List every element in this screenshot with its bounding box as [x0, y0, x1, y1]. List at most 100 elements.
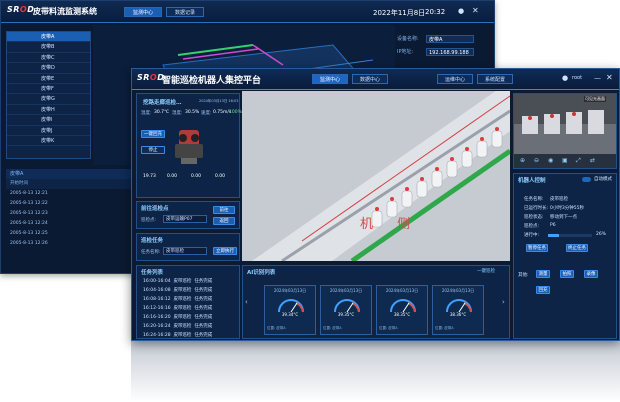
pause-task-button[interactable]: 暂停任务	[526, 244, 548, 252]
readout-3: 0.00	[191, 174, 202, 179]
snapshot-icon[interactable]: ◉	[548, 157, 553, 164]
info-value: 192.168.99.188	[426, 48, 474, 56]
front-window: SROD 智能巡检机器人集控平台 监测中心 数据中心 运维中心 系统配置 ● r…	[131, 68, 620, 341]
table-row[interactable]: 2005-8-13 12:22	[6, 199, 136, 209]
gauge-card[interactable]: 2024年03月13日 38.35°C 位置: 皮带A	[376, 285, 428, 335]
chevron-left-icon[interactable]: ‹	[245, 298, 248, 306]
back-date: 2022年11月8日	[373, 9, 426, 17]
list-item: 16:12-16:16 皮带巡检 任务完成	[143, 305, 212, 311]
ai-list-title: AI识别列表	[247, 270, 276, 276]
sidebar-item[interactable]: 皮带G	[7, 94, 90, 105]
go-button[interactable]: 前往	[213, 206, 235, 214]
ctrl-value: 0小时3分钟55秒	[550, 206, 584, 211]
gauge-card[interactable]: 2024年03月13日 39.35°C 位置: 皮带A	[320, 285, 372, 335]
robot-control-panel: 机器人控制 自动模式 任务名称: 皮带巡检 已运行时长: 0小时3分钟55秒 巡…	[513, 173, 617, 339]
switch-camera-icon[interactable]: ⇄	[590, 157, 595, 164]
gauge-footer: 位置: 皮带A	[323, 326, 342, 330]
task-panel: 巡检任务 任务名称: 皮带巡检 立即执行	[136, 233, 240, 261]
sidebar-item[interactable]: 皮带B	[7, 42, 90, 53]
nav-monitor[interactable]: 监测中心	[312, 74, 348, 84]
list-item: 16:20-16:24 皮带巡检 任务完成	[143, 323, 212, 329]
nav-data[interactable]: 数据中心	[352, 74, 388, 84]
user-icon[interactable]: ●	[458, 7, 464, 15]
task-time: 16:12-16:16	[143, 306, 171, 311]
recharge-button[interactable]: 一键回充	[141, 130, 165, 138]
table-row[interactable]: 2005-8-13 12:21	[6, 189, 136, 199]
info-key: 设备名称:	[397, 36, 419, 42]
gauge-title: 2024年03月13日	[441, 288, 475, 293]
temp-value: 30.7℃	[154, 110, 170, 115]
nav-config[interactable]: 系统配置	[477, 74, 513, 84]
table-row[interactable]: 2005-8-13 12:24	[6, 219, 136, 229]
sidebar-item[interactable]: 皮带C	[7, 53, 90, 64]
progress-fill	[548, 234, 560, 237]
run-now-button[interactable]: 立即执行	[213, 247, 237, 255]
sidebar-item[interactable]: 皮带H	[7, 105, 90, 116]
table-row[interactable]: 2005-8-13 12:25	[6, 229, 136, 239]
task-name: 皮带巡检	[173, 288, 192, 293]
photo-button[interactable]: 拍照	[560, 270, 574, 278]
task-state: 任务完成	[194, 297, 213, 302]
gauge-dial	[334, 299, 360, 313]
auto-mode-toggle[interactable]	[582, 177, 591, 182]
ctrl-key: 巡检状态:	[524, 215, 544, 220]
table-row[interactable]: 2005-8-13 12:23	[6, 209, 136, 219]
measure-button[interactable]: 测量	[536, 270, 550, 278]
one-click-inspect-button[interactable]: 一键巡检	[471, 268, 501, 276]
back-header: SROD 皮带料流监测系统 监测中心 数据记录 2022年11月8日 20:32…	[1, 1, 494, 23]
back-tab-records[interactable]: 数据记录	[166, 7, 204, 17]
close-icon[interactable]: ✕	[606, 73, 613, 82]
record-icon[interactable]: ▣	[562, 157, 568, 164]
gauge-footer: 位置: 皮带A	[267, 326, 286, 330]
scene-label: 机 侧	[360, 217, 421, 232]
sidebar-item[interactable]: 皮带F	[7, 84, 90, 95]
stop-button[interactable]: 停止	[141, 146, 165, 154]
task-state: 任务完成	[194, 324, 213, 329]
close-icon[interactable]: ✕	[472, 6, 479, 15]
minimize-icon[interactable]: —	[594, 74, 601, 82]
progress-label: 进行中:	[524, 233, 540, 238]
zoom-out-icon[interactable]: ⊖	[534, 157, 539, 164]
record-button[interactable]: 录像	[584, 270, 598, 278]
gauge-title: 2024年03月13日	[329, 288, 363, 293]
recharge-other-button[interactable]: 回充	[536, 286, 550, 294]
user-icon[interactable]: ●	[562, 74, 568, 82]
gauge-card[interactable]: 2024年03月13日 38.36°C 位置: 皮带A	[432, 285, 484, 335]
task-select[interactable]: 皮带巡检	[163, 247, 207, 255]
back-tab-monitor[interactable]: 监测中心	[124, 7, 162, 17]
nav-ops[interactable]: 运维中心	[437, 74, 473, 84]
sidebar-item[interactable]: 皮带J	[7, 126, 90, 136]
table-row[interactable]: 2005-8-13 12:26	[6, 239, 136, 249]
task-name: 皮带巡检	[173, 324, 192, 329]
task-name: 皮带巡检	[173, 306, 192, 311]
zoom-in-icon[interactable]: ⊕	[520, 157, 525, 164]
terminate-task-button[interactable]: 终止任务	[566, 244, 588, 252]
sidebar-item[interactable]: 皮带I	[7, 115, 90, 126]
fullscreen-icon[interactable]: ⤢	[576, 157, 581, 165]
progress-bar	[548, 234, 592, 237]
robot-icon	[175, 130, 203, 164]
back-record-table: 皮带A 开始时间 2005-8-13 12:21 2005-8-13 12:22…	[6, 169, 136, 269]
readout-1: 19.73	[143, 174, 156, 179]
task-name: 皮带巡检	[173, 279, 192, 284]
sidebar-item[interactable]: 皮带E	[7, 74, 90, 84]
chevron-right-icon[interactable]: ›	[502, 298, 505, 306]
robot-status-panel: 挖路走廊巡检… 2024年03月13日 16:03 温度: 30.7℃ 湿度: …	[136, 93, 242, 198]
camera-feed[interactable]	[514, 94, 616, 154]
humidity-value: 30.5%	[185, 110, 200, 115]
sidebar-item[interactable]: 皮带K	[7, 136, 90, 147]
return-button[interactable]: 返回	[213, 217, 235, 225]
gauge-card[interactable]: 2024年03月13日 39.34°C 位置: 皮带A	[264, 285, 316, 335]
list-item: 16:00-16:04 皮带巡检 任务完成	[143, 278, 212, 284]
task-time: 16:04-16:08	[143, 288, 171, 293]
robot-name[interactable]: 挖路走廊巡检…	[143, 98, 182, 106]
battery-value: 100%	[229, 110, 242, 115]
back-device-info: 设备名称: 皮带A IP地址: 192.168.99.188	[397, 35, 491, 61]
ctrl-value: P6	[550, 223, 556, 228]
sidebar-item[interactable]: 皮带D	[7, 63, 90, 74]
point-select[interactable]: 皮带运输P07	[163, 215, 207, 223]
sidebar-item[interactable]: 皮带A	[7, 32, 90, 43]
task-time: 16:24-16:28	[143, 333, 171, 338]
task-state: 任务完成	[194, 315, 213, 320]
gauge-dial	[446, 299, 472, 313]
